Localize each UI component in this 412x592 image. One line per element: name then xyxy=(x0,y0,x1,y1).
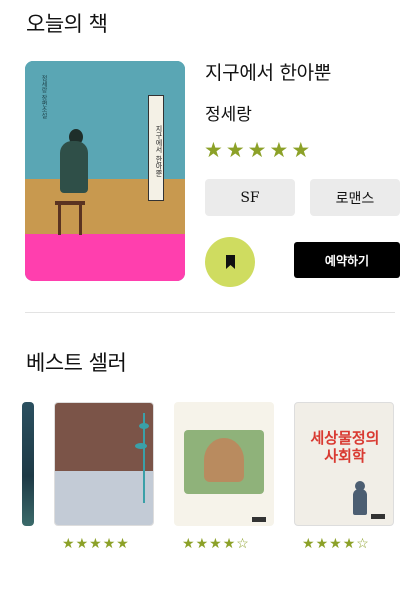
star-icon: ★ xyxy=(291,138,311,162)
star-icon: ★ xyxy=(182,536,195,552)
bestseller-book-cover[interactable] xyxy=(22,402,34,526)
star-icon: ★ xyxy=(222,536,236,552)
bookmark-button[interactable] xyxy=(205,237,255,287)
cover-title: 세상물정의 사회학 xyxy=(310,429,380,465)
star-outline-icon: ☆ xyxy=(356,536,369,552)
star-icon: ★ xyxy=(75,536,89,552)
featured-book-cover[interactable]: 정세랑 장편소설 지구에서 한아뿐 xyxy=(25,61,185,281)
cover-art xyxy=(55,403,153,471)
reserve-button[interactable]: 예약하기 xyxy=(294,242,400,278)
bestseller-book-cover[interactable] xyxy=(174,402,274,526)
cover-art xyxy=(22,402,34,526)
star-icon: ★ xyxy=(342,536,356,552)
star-icon: ★ xyxy=(302,536,315,552)
star-icon: ★ xyxy=(102,536,116,552)
bestseller-rating: ★ ★ ★ ★ ☆ xyxy=(302,536,369,552)
bestseller-rating: ★ ★ ★ ★ ☆ xyxy=(182,536,249,552)
cover-art xyxy=(55,471,153,525)
star-icon: ★ xyxy=(225,138,245,162)
cover-leaf xyxy=(139,423,149,429)
today-section-title: 오늘의 책 xyxy=(26,12,108,36)
genre-tag-sf[interactable]: SF xyxy=(205,179,295,216)
bestseller-book-cover[interactable] xyxy=(54,402,154,526)
bookmark-icon xyxy=(225,255,235,269)
genre-tag-romance[interactable]: 로맨스 xyxy=(310,179,400,216)
star-icon: ★ xyxy=(315,536,329,552)
bestseller-section-title: 베스트 셀러 xyxy=(26,351,127,375)
featured-book-author: 정세랑 xyxy=(205,105,252,125)
featured-book-title[interactable]: 지구에서 한아뿐 xyxy=(205,58,331,85)
star-outline-icon: ☆ xyxy=(236,536,249,552)
bestseller-book-cover[interactable]: 세상물정의 사회학 xyxy=(294,402,394,526)
star-icon: ★ xyxy=(89,536,102,552)
star-icon: ★ xyxy=(204,138,223,162)
star-icon: ★ xyxy=(269,138,289,162)
star-icon: ★ xyxy=(247,138,267,162)
cover-figure xyxy=(353,489,367,515)
star-icon: ★ xyxy=(62,536,75,552)
bestseller-rating: ★ ★ ★ ★ ★ xyxy=(62,536,129,552)
star-icon: ★ xyxy=(195,536,209,552)
publisher-logo xyxy=(252,517,266,522)
cover-figure xyxy=(204,438,244,482)
cover-stool-leg xyxy=(79,205,82,235)
star-icon: ★ xyxy=(329,536,342,552)
cover-band xyxy=(25,234,185,281)
cover-leaf xyxy=(135,443,147,449)
section-divider xyxy=(25,312,395,313)
cover-author-text: 정세랑 장편소설 xyxy=(40,75,47,119)
publisher-logo xyxy=(371,514,385,519)
star-icon: ★ xyxy=(116,536,129,552)
featured-rating: ★ ★ ★ ★ ★ xyxy=(204,139,310,161)
cover-figure-body xyxy=(60,141,88,193)
cover-stool-leg xyxy=(58,205,61,235)
star-icon: ★ xyxy=(209,536,222,552)
cover-title-tag: 지구에서 한아뿐 xyxy=(148,95,164,201)
